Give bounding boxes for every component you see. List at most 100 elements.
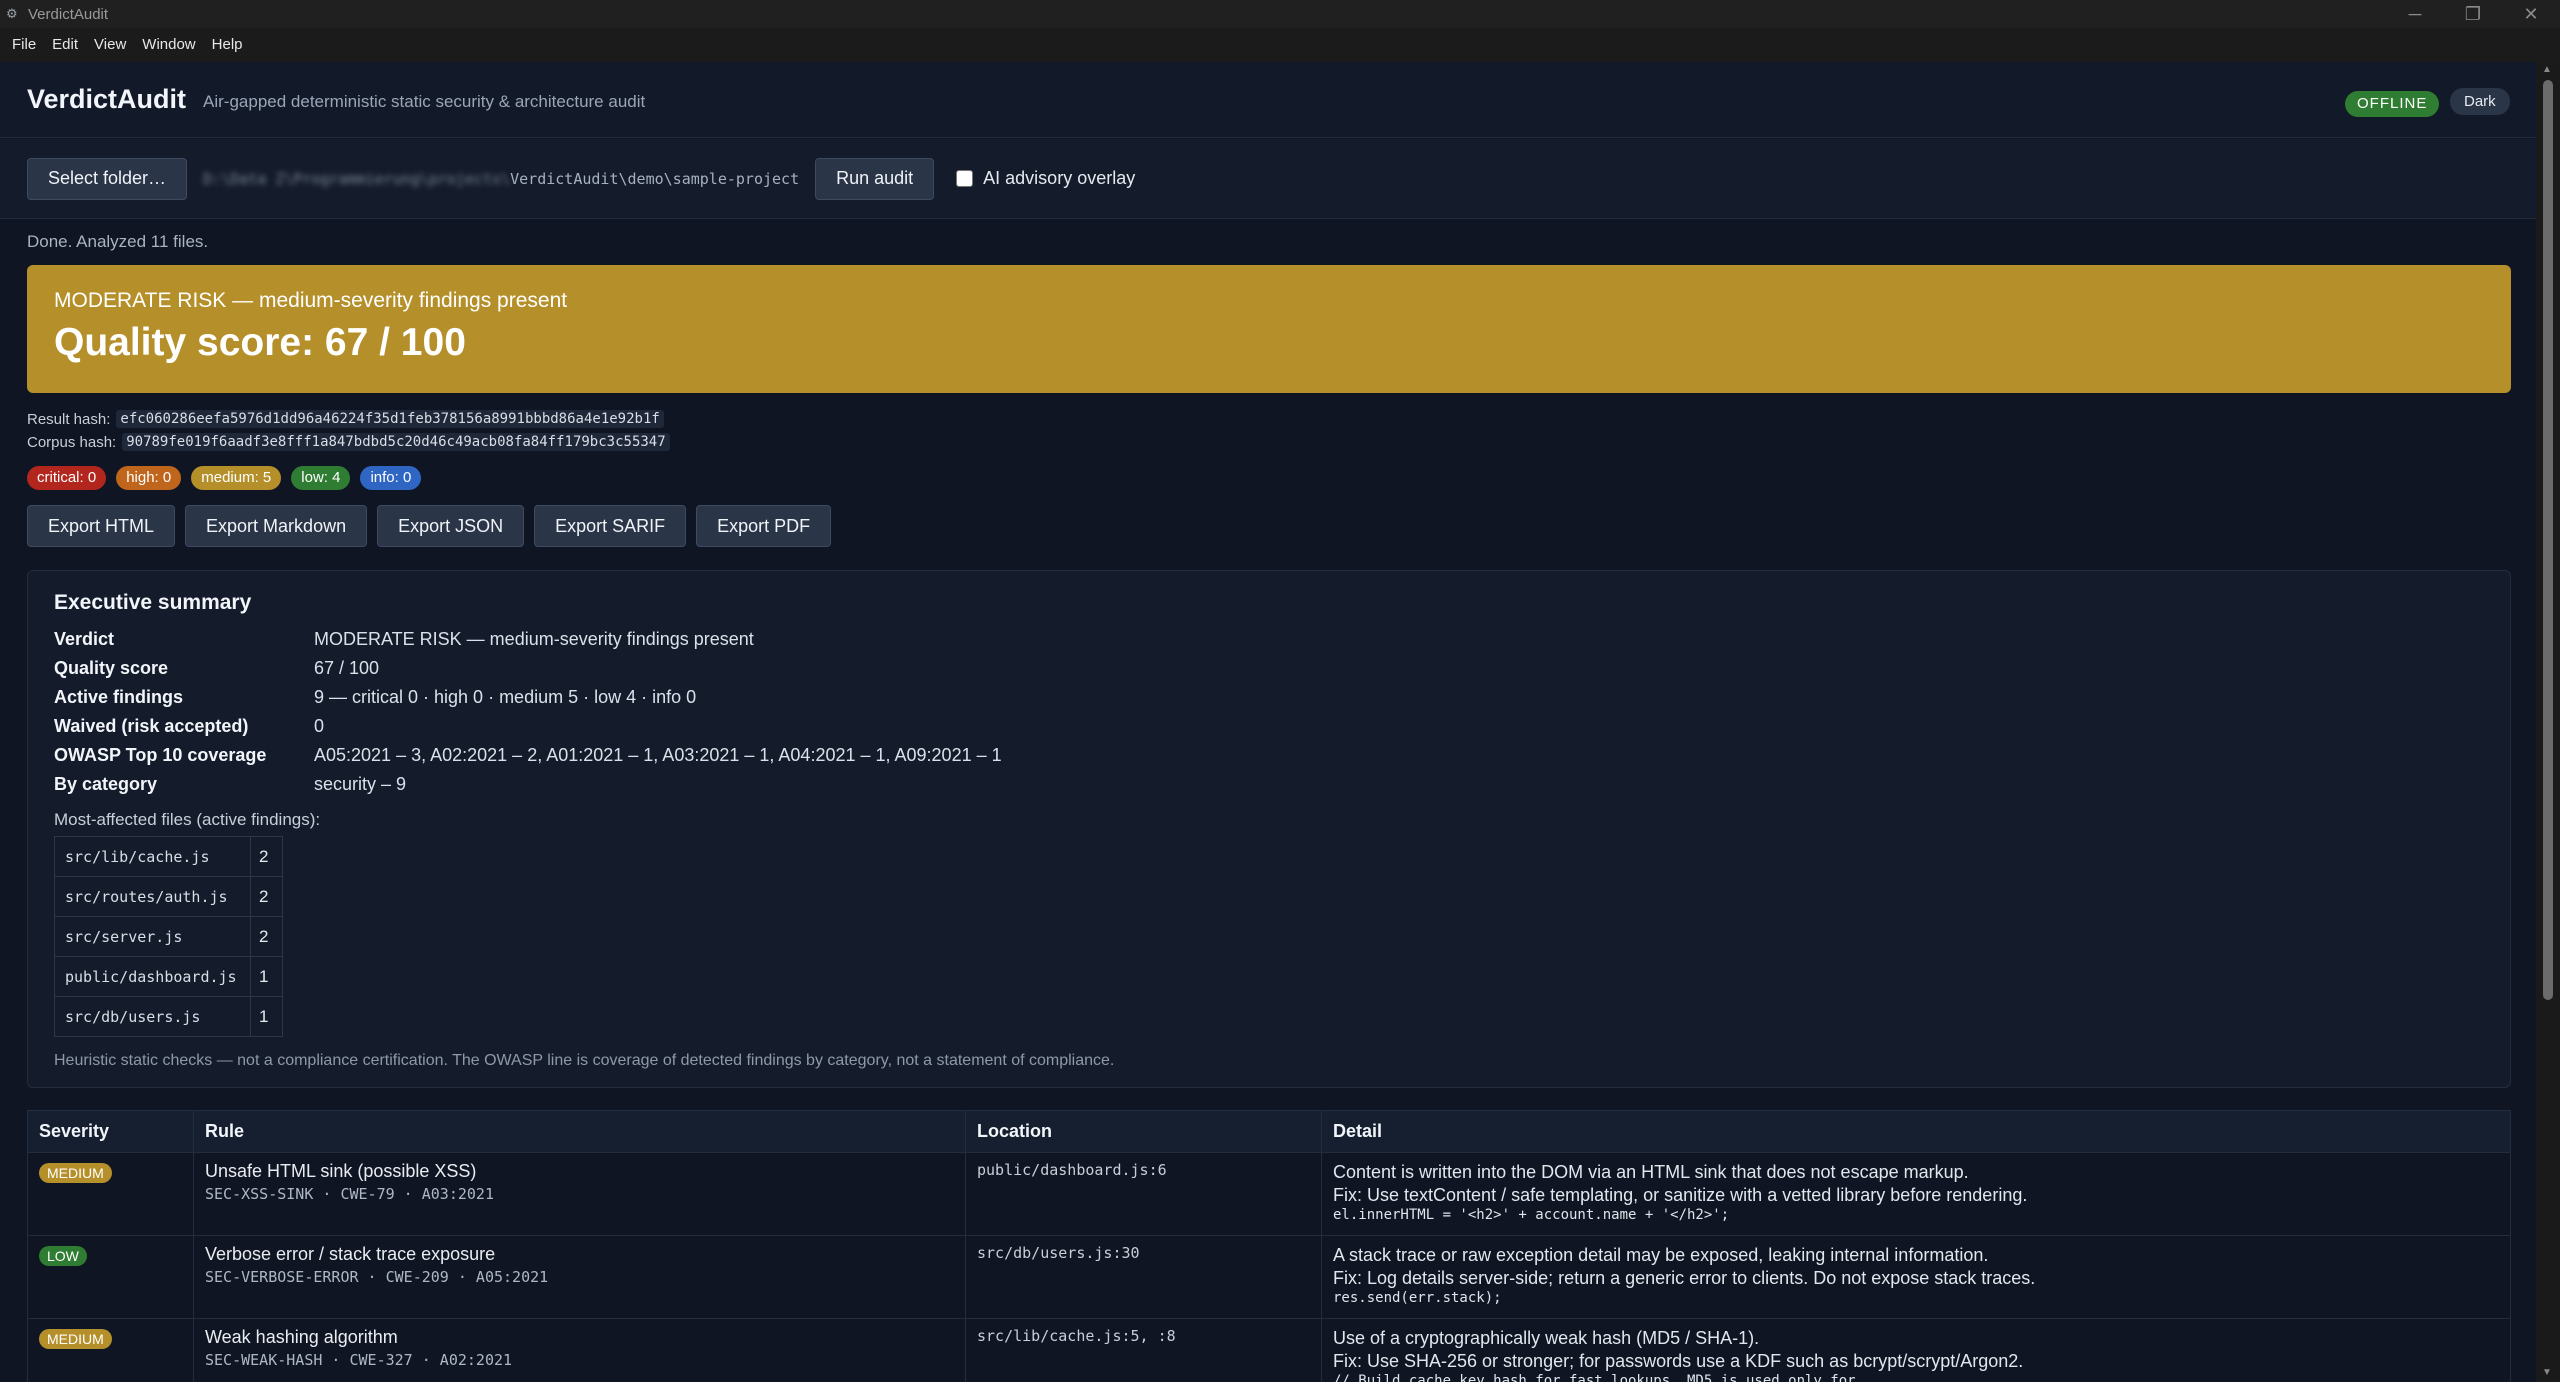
summary-row-category: By category security – 9 bbox=[54, 774, 406, 795]
app-icon: ⚙ bbox=[6, 6, 18, 21]
restore-icon[interactable]: ❐ bbox=[2444, 0, 2502, 28]
location: public/dashboard.js:6 bbox=[977, 1161, 1167, 1179]
rule-name: Verbose error / stack trace exposure bbox=[205, 1244, 496, 1264]
summary-row-verdict: Verdict MODERATE RISK — medium-severity … bbox=[54, 629, 754, 650]
file-path: src/routes/auth.js bbox=[54, 876, 251, 917]
verdict-banner: MODERATE RISK — medium-severity findings… bbox=[27, 265, 2511, 393]
table-row: src/routes/auth.js 2 bbox=[54, 876, 283, 917]
detail-code: // Build cache key hash for fast lookups… bbox=[1333, 1373, 1881, 1382]
location: src/db/users.js:30 bbox=[977, 1244, 1140, 1262]
corpus-hash-label: Corpus hash: bbox=[27, 433, 117, 451]
menu-window[interactable]: Window bbox=[134, 28, 203, 62]
status-text: Done. Analyzed 11 files. bbox=[27, 232, 209, 251]
vertical-scrollbar[interactable]: ▲ ▼ bbox=[2536, 62, 2560, 1382]
ai-overlay-toggle[interactable]: AI advisory overlay bbox=[956, 168, 1135, 189]
detail-text: A stack trace or raw exception detail ma… bbox=[1333, 1245, 1989, 1265]
summary-value: 0 bbox=[314, 716, 325, 736]
theme-toggle-button[interactable]: Dark bbox=[2450, 88, 2510, 115]
quality-score: Quality score: 67 / 100 bbox=[54, 321, 466, 364]
app-header: VerdictAudit Air-gapped deterministic st… bbox=[0, 62, 2536, 138]
summary-row-score: Quality score 67 / 100 bbox=[54, 658, 379, 679]
severity-badge: LOW bbox=[39, 1246, 87, 1266]
summary-value: MODERATE RISK — medium-severity findings… bbox=[314, 629, 754, 649]
export-html-button[interactable]: Export HTML bbox=[27, 505, 176, 547]
close-icon[interactable]: ✕ bbox=[2502, 0, 2560, 28]
table-row: src/db/users.js 1 bbox=[54, 996, 283, 1037]
file-count: 2 bbox=[250, 916, 283, 957]
menu-view[interactable]: View bbox=[86, 28, 134, 62]
redacted-path-prefix: D:\Data Z\Programmierung\projects\ bbox=[203, 169, 511, 188]
summary-value: security – 9 bbox=[314, 774, 407, 794]
file-path: src/db/users.js bbox=[54, 996, 251, 1037]
menu-edit[interactable]: Edit bbox=[44, 28, 86, 62]
severity-counts: critical: 0 high: 0 medium: 5 low: 4 inf… bbox=[27, 466, 422, 490]
location-cell: src/lib/cache.js:5, :8 bbox=[965, 1318, 1322, 1382]
scroll-up-icon[interactable]: ▲ bbox=[2542, 64, 2552, 75]
severity-cell: LOW bbox=[27, 1235, 194, 1319]
detail-cell: Content is written into the DOM via an H… bbox=[1321, 1152, 2511, 1236]
table-row[interactable]: LOW Verbose error / stack trace exposure… bbox=[27, 1235, 2511, 1319]
detail-text: Content is written into the DOM via an H… bbox=[1333, 1162, 1969, 1182]
summary-row-active: Active findings 9 — critical 0 · high 0 … bbox=[54, 687, 696, 708]
summary-value: 9 — critical 0 · high 0 · medium 5 · low… bbox=[314, 687, 697, 707]
minimize-icon[interactable]: ─ bbox=[2386, 0, 2444, 28]
severity-badge: MEDIUM bbox=[39, 1329, 112, 1349]
detail-code: res.send(err.stack); bbox=[1333, 1290, 1502, 1306]
result-hash-row: Result hash: efc060286eefa5976d1dd96a462… bbox=[27, 410, 664, 428]
export-sarif-button[interactable]: Export SARIF bbox=[534, 505, 687, 547]
location-cell: public/dashboard.js:6 bbox=[965, 1152, 1322, 1236]
findings-header-row: Severity Rule Location Detail bbox=[27, 1110, 2511, 1153]
file-path: src/server.js bbox=[54, 916, 251, 957]
scrollbar-thumb[interactable] bbox=[2543, 80, 2553, 1000]
detail-fix: Fix: Use SHA-256 or stronger; for passwo… bbox=[1333, 1351, 2024, 1371]
ai-overlay-label[interactable]: AI advisory overlay bbox=[983, 168, 1135, 189]
col-severity[interactable]: Severity bbox=[27, 1110, 194, 1153]
col-location[interactable]: Location bbox=[965, 1110, 1322, 1153]
table-row[interactable]: MEDIUM Unsafe HTML sink (possible XSS) S… bbox=[27, 1152, 2511, 1236]
rule-meta: SEC-VERBOSE-ERROR · CWE-209 · A05:2021 bbox=[205, 1268, 549, 1286]
result-hash-value: efc060286eefa5976d1dd96a46224f35d1feb378… bbox=[116, 410, 664, 428]
toolbar: Select folder… D:\Data Z\Programmierung\… bbox=[0, 139, 2536, 219]
rule-cell: Weak hashing algorithm SEC-WEAK-HASH · C… bbox=[193, 1318, 966, 1382]
summary-key: Active findings bbox=[54, 687, 184, 707]
table-row: src/server.js 2 bbox=[54, 916, 283, 957]
summary-value: A05:2021 – 3, A02:2021 – 2, A01:2021 – 1… bbox=[314, 745, 1002, 765]
export-pdf-button[interactable]: Export PDF bbox=[696, 505, 832, 547]
summary-value: 67 / 100 bbox=[314, 658, 380, 678]
rule-cell: Verbose error / stack trace exposure SEC… bbox=[193, 1235, 966, 1319]
most-affected-label: Most-affected files (active findings): bbox=[54, 810, 321, 829]
severity-badge: MEDIUM bbox=[39, 1163, 112, 1183]
detail-cell: A stack trace or raw exception detail ma… bbox=[1321, 1235, 2511, 1319]
detail-fix: Fix: Log details server-side; return a g… bbox=[1333, 1268, 2036, 1288]
location-cell: src/db/users.js:30 bbox=[965, 1235, 1322, 1319]
run-audit-button[interactable]: Run audit bbox=[815, 157, 935, 200]
table-row[interactable]: MEDIUM Weak hashing algorithm SEC-WEAK-H… bbox=[27, 1318, 2511, 1382]
executive-summary: Executive summary Verdict MODERATE RISK … bbox=[27, 570, 2511, 1088]
ai-overlay-checkbox[interactable] bbox=[956, 170, 974, 187]
select-folder-button[interactable]: Select folder… bbox=[27, 157, 188, 200]
summary-row-owasp: OWASP Top 10 coverage A05:2021 – 3, A02:… bbox=[54, 745, 1002, 766]
file-count: 1 bbox=[250, 996, 283, 1037]
menu-bar: File Edit View Window Help bbox=[0, 28, 2560, 62]
info-count-badge: info: 0 bbox=[360, 466, 422, 490]
medium-count-badge: medium: 5 bbox=[191, 466, 282, 490]
menu-help[interactable]: Help bbox=[204, 28, 251, 62]
export-json-button[interactable]: Export JSON bbox=[377, 505, 525, 547]
scroll-down-icon[interactable]: ▼ bbox=[2542, 1367, 2552, 1378]
rule-cell: Unsafe HTML sink (possible XSS) SEC-XSS-… bbox=[193, 1152, 966, 1236]
col-detail[interactable]: Detail bbox=[1321, 1110, 2511, 1153]
summary-row-waived: Waived (risk accepted) 0 bbox=[54, 716, 324, 737]
window-controls: ─ ❐ ✕ bbox=[2386, 0, 2560, 28]
detail-code: el.innerHTML = '<h2>' + account.name + '… bbox=[1333, 1207, 1730, 1223]
summary-key: Verdict bbox=[54, 629, 115, 649]
summary-key: OWASP Top 10 coverage bbox=[54, 745, 267, 765]
menu-file[interactable]: File bbox=[4, 28, 44, 62]
file-path: public/dashboard.js bbox=[54, 956, 251, 997]
result-hash-label: Result hash: bbox=[27, 410, 111, 428]
export-markdown-button[interactable]: Export Markdown bbox=[185, 505, 368, 547]
severity-cell: MEDIUM bbox=[27, 1318, 194, 1382]
verdict-text: MODERATE RISK — medium-severity findings… bbox=[54, 289, 568, 312]
col-rule[interactable]: Rule bbox=[193, 1110, 966, 1153]
detail-text: Use of a cryptographically weak hash (MD… bbox=[1333, 1328, 1760, 1348]
path-visible: VerdictAudit\demo\sample-project bbox=[510, 169, 800, 188]
